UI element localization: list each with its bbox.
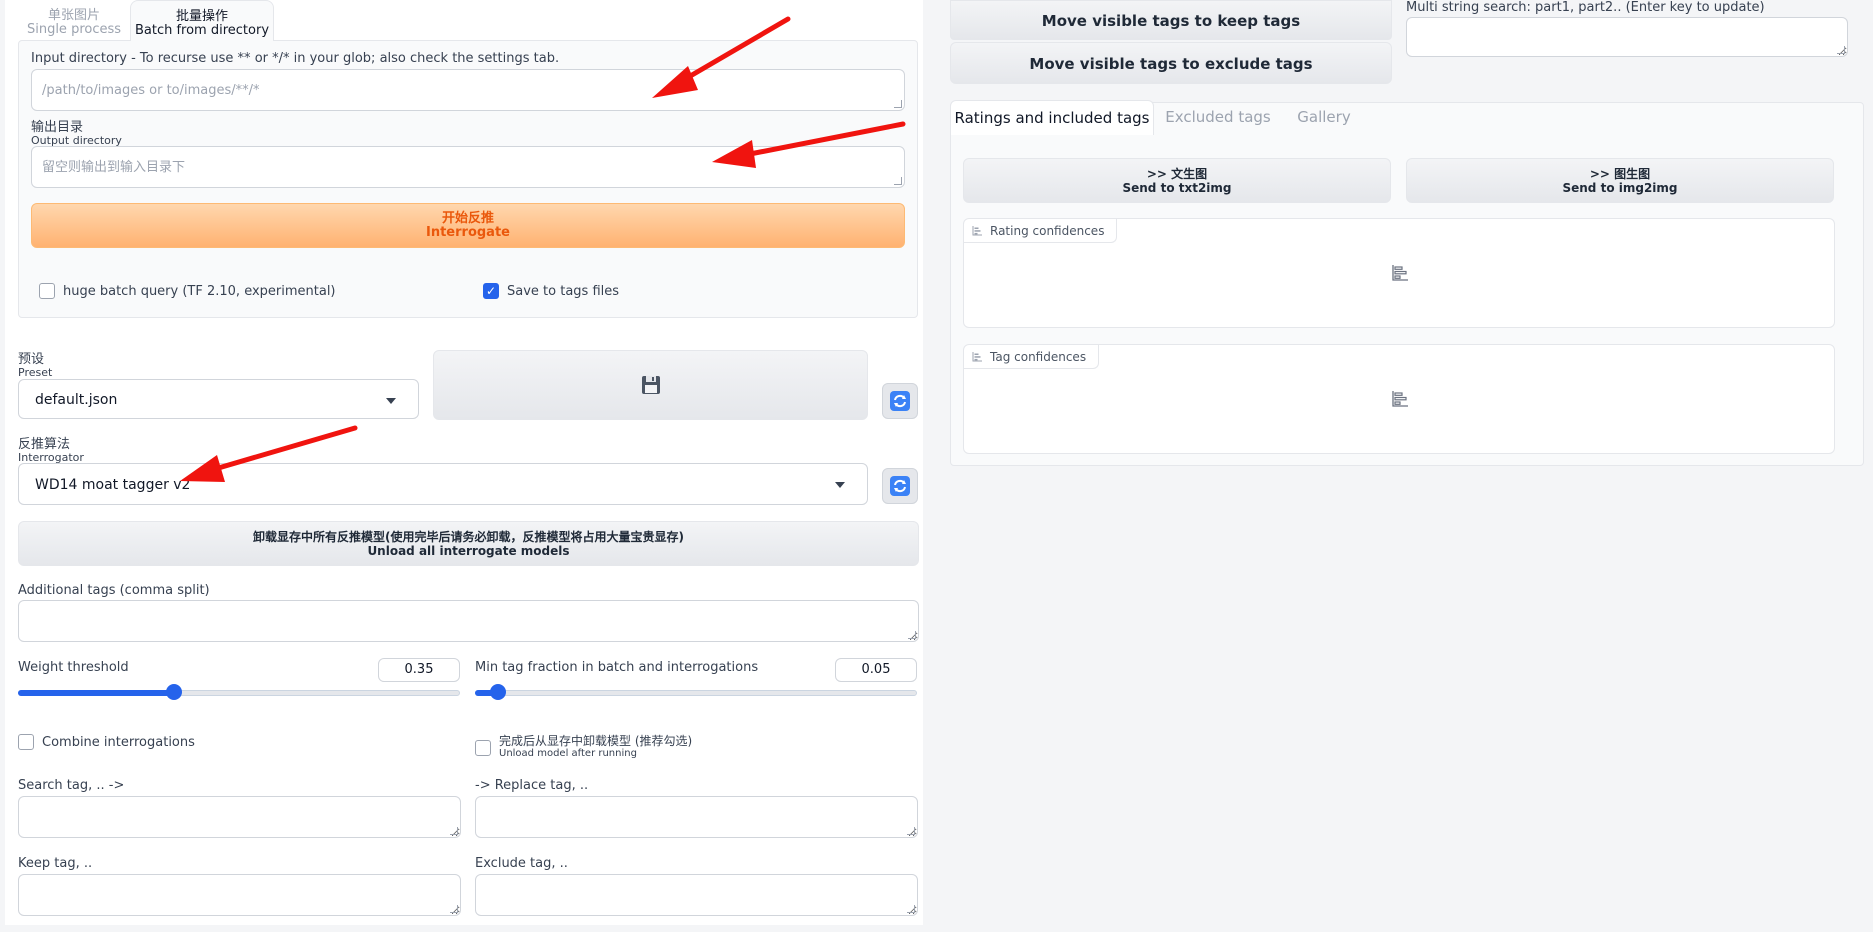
send-txt2img-en: Send to txt2img — [1122, 181, 1232, 195]
exclude-tag-label: Exclude tag, .. — [475, 856, 568, 871]
save-tags-checkbox[interactable]: ✓ — [483, 283, 499, 299]
min-tag-fraction-number[interactable]: 0.05 — [835, 658, 917, 682]
weight-threshold-slider[interactable] — [18, 684, 460, 700]
move-to-keep-button[interactable]: Move visible tags to keep tags — [950, 0, 1392, 40]
send-txt2img-zh: >> 文生图 — [1146, 167, 1208, 181]
combine-interrogations-checkbox[interactable] — [18, 734, 34, 750]
interrogate-button[interactable]: 开始反推 Interrogate — [31, 203, 905, 248]
bar-chart-icon — [1392, 265, 1408, 281]
output-directory-label: 输出目录 Output directory — [31, 121, 122, 147]
min-tag-fraction-label: Min tag fraction in batch and interrogat… — [475, 660, 759, 675]
weight-threshold-slider-thumb[interactable] — [166, 684, 182, 700]
multi-search-label: Multi string search: part1, part2.. (Ent… — [1406, 0, 1765, 15]
bar-chart-icon — [1392, 391, 1408, 407]
rating-confidences-label: Rating confidences — [964, 219, 1118, 243]
output-directory-field[interactable] — [31, 146, 905, 188]
resize-grip[interactable] — [894, 100, 902, 108]
send-img2img-en: Send to img2img — [1562, 181, 1678, 195]
tab-single-en: Single process — [26, 22, 122, 37]
send-img2img-zh: >> 图生图 — [1589, 167, 1651, 181]
resize-grip[interactable] — [908, 631, 916, 639]
replace-tag-field[interactable] — [475, 796, 918, 838]
huge-batch-checkbox[interactable] — [39, 283, 55, 299]
interrogator-label: 反推算法 Interrogator — [18, 438, 84, 464]
interrogator-label-zh: 反推算法 — [18, 437, 71, 452]
tab-ratings-included[interactable]: Ratings and included tags — [950, 100, 1154, 135]
additional-tags-label: Additional tags (comma split) — [18, 583, 210, 598]
output-directory-label-zh: 输出目录 — [31, 120, 84, 135]
additional-tags-field[interactable] — [18, 600, 919, 642]
save-preset-button[interactable] — [433, 350, 868, 420]
interrogator-dropdown[interactable]: WD14 moat tagger v2 — [18, 463, 868, 505]
floppy-disk-icon — [641, 376, 660, 394]
preset-dropdown[interactable]: default.json — [18, 379, 419, 419]
multi-search-field[interactable] — [1406, 17, 1848, 57]
resize-grip[interactable] — [894, 177, 902, 185]
unload-all-en: Unload all interrogate models — [367, 544, 570, 558]
keep-tag-field[interactable] — [18, 874, 461, 916]
unload-after-checkbox[interactable] — [475, 740, 491, 756]
interrogate-zh: 开始反推 — [441, 211, 494, 226]
tab-single-process[interactable]: 单张图片 Single process — [18, 0, 130, 41]
check-icon: ✓ — [485, 284, 497, 298]
bar-chart-icon — [972, 352, 982, 362]
keep-tag-label: Keep tag, .. — [18, 856, 93, 871]
interrogator-value: WD14 moat tagger v2 — [35, 477, 191, 493]
weight-threshold-label: Weight threshold — [18, 660, 129, 675]
tab-single-zh: 单张图片 — [47, 8, 100, 23]
chevron-down-icon — [835, 482, 845, 488]
unload-all-zh: 卸载显存中所有反推模型(使用完毕后请务必卸载，反推模型将占用大量宝贵显存) — [253, 530, 684, 544]
input-directory-field[interactable] — [31, 69, 905, 111]
refresh-preset-button[interactable] — [882, 383, 918, 419]
resize-grip[interactable] — [450, 827, 458, 835]
preset-label: 预设 Preset — [18, 353, 52, 379]
preset-label-en: Preset — [18, 366, 53, 379]
huge-batch-label: huge batch query (TF 2.10, experimental) — [63, 284, 336, 299]
exclude-tag-field[interactable] — [475, 874, 918, 916]
replace-tag-label: -> Replace tag, .. — [475, 778, 589, 793]
preset-value: default.json — [35, 392, 118, 408]
tag-confidences-box: Tag confidences — [963, 344, 1835, 454]
tab-batch-zh: 批量操作 — [175, 9, 228, 24]
resize-grip[interactable] — [1837, 46, 1845, 54]
chevron-down-icon — [386, 398, 396, 404]
min-tag-fraction-slider-thumb[interactable] — [490, 684, 506, 700]
tab-batch-en: Batch from directory — [134, 23, 270, 38]
send-to-img2img-button[interactable]: >> 图生图 Send to img2img — [1406, 158, 1834, 203]
input-directory-label: Input directory - To recurse use ** or *… — [31, 51, 560, 66]
save-tags-label: Save to tags files — [507, 284, 620, 299]
resize-grip[interactable] — [907, 905, 915, 913]
rating-confidences-box: Rating confidences — [963, 218, 1835, 328]
unload-all-models-button[interactable]: 卸载显存中所有反推模型(使用完毕后请务必卸载，反推模型将占用大量宝贵显存) Un… — [18, 521, 919, 566]
unload-after-label: 完成后从显存中卸载模型 (推荐勾选) Unload model after ru… — [499, 734, 692, 760]
search-tag-field[interactable] — [18, 796, 461, 838]
weight-threshold-slider-fill — [18, 690, 173, 696]
tab-excluded-tags[interactable]: Excluded tags — [1160, 100, 1276, 135]
resize-grip[interactable] — [907, 827, 915, 835]
unload-after-label-zh: 完成后从显存中卸载模型 (推荐勾选) — [499, 734, 693, 748]
tag-confidences-text: Tag confidences — [990, 350, 1087, 364]
refresh-icon — [890, 476, 910, 496]
tab-gallery[interactable]: Gallery — [1284, 100, 1364, 135]
tab-batch-from-directory[interactable]: 批量操作 Batch from directory — [130, 0, 274, 41]
resize-grip[interactable] — [450, 905, 458, 913]
min-tag-fraction-slider[interactable] — [475, 684, 917, 700]
send-to-txt2img-button[interactable]: >> 文生图 Send to txt2img — [963, 158, 1391, 203]
tag-confidences-label: Tag confidences — [964, 345, 1100, 369]
rating-confidences-text: Rating confidences — [990, 224, 1105, 238]
combine-interrogations-label: Combine interrogations — [42, 735, 195, 750]
bar-chart-icon — [972, 226, 982, 236]
unload-after-label-en: Unload model after running — [499, 748, 637, 759]
refresh-interrogator-button[interactable] — [882, 468, 918, 504]
preset-label-zh: 预设 — [18, 352, 45, 367]
refresh-icon — [890, 391, 910, 411]
move-to-exclude-button[interactable]: Move visible tags to exclude tags — [950, 42, 1392, 84]
interrogate-en: Interrogate — [426, 225, 510, 240]
weight-threshold-number[interactable]: 0.35 — [378, 658, 460, 682]
search-tag-label: Search tag, .. -> — [18, 778, 125, 793]
